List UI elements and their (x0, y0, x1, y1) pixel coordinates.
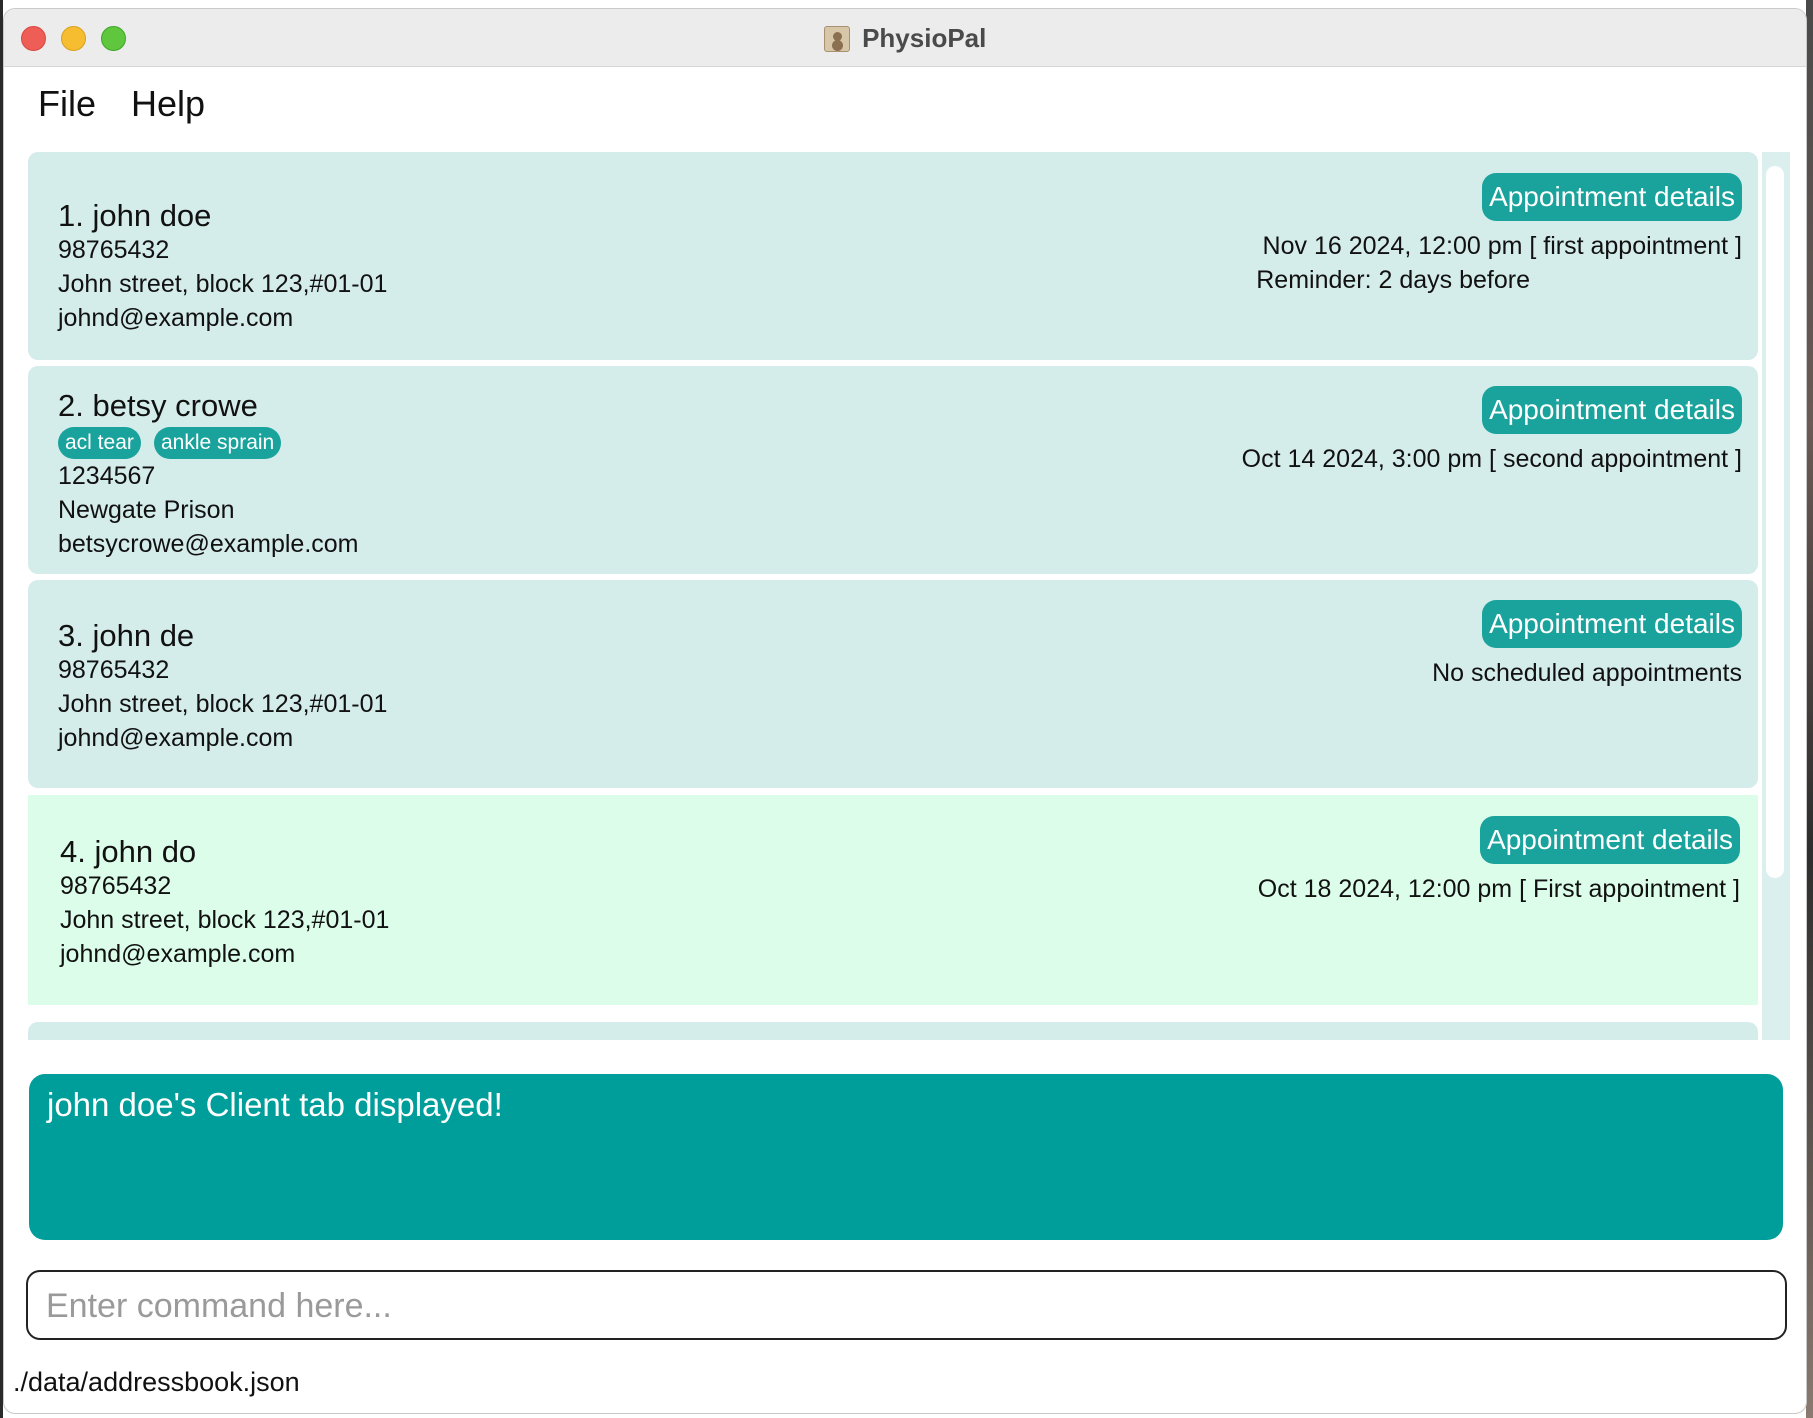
client-card-partial[interactable] (28, 1022, 1758, 1040)
client-tag: acl tear (58, 427, 141, 459)
client-phone: 1234567 (58, 462, 156, 490)
client-card-selected[interactable]: 4. john do 98765432 John street, block 1… (28, 795, 1758, 1005)
client-address: Newgate Prison (58, 496, 235, 524)
appointment-reminder: Reminder: 2 days before (1256, 266, 1530, 294)
client-email: johnd@example.com (58, 724, 294, 752)
client-name: 4. john do (60, 834, 197, 869)
appointment-info: Oct 14 2024, 3:00 pm [ second appointmen… (1241, 445, 1742, 473)
list-scrollbar-thumb[interactable] (1766, 166, 1784, 878)
command-input[interactable] (46, 1282, 1746, 1330)
client-card[interactable]: 1. john doe 98765432 John street, block … (28, 152, 1758, 360)
appointment-details-button[interactable]: Appointment details (1480, 816, 1740, 864)
window-title: PhysioPal (862, 23, 987, 53)
client-name: 2. betsy crowe (58, 388, 258, 423)
appointment-details-button[interactable]: Appointment details (1482, 386, 1742, 434)
menu-help[interactable]: Help (131, 83, 205, 125)
result-message: john doe's Client tab displayed! (47, 1086, 503, 1123)
window-title-group: PhysioPal (4, 23, 1806, 53)
menu-file[interactable]: File (38, 83, 96, 125)
client-phone: 98765432 (58, 656, 170, 684)
command-box[interactable] (26, 1270, 1787, 1340)
title-bar[interactable]: PhysioPal (4, 9, 1806, 67)
client-email: johnd@example.com (58, 304, 294, 332)
desktop-background-right (1806, 0, 1813, 1418)
client-phone: 98765432 (60, 872, 172, 900)
appointment-info: Oct 18 2024, 12:00 pm [ First appointmen… (1257, 875, 1740, 903)
appointment-details-button[interactable]: Appointment details (1482, 173, 1742, 221)
app-window: PhysioPal File Help 1. john doe 98765432… (3, 8, 1807, 1414)
client-email: johnd@example.com (60, 940, 296, 968)
status-bar-file-path: ./data/addressbook.json (13, 1367, 300, 1397)
client-email: betsycrowe@example.com (58, 530, 359, 558)
client-card[interactable]: 2. betsy crowe acl tear ankle sprain 123… (28, 366, 1758, 574)
address-book-icon (823, 25, 850, 52)
appointment-info: No scheduled appointments (1432, 659, 1742, 687)
client-name: 1. john doe (58, 198, 212, 233)
appointment-details-button[interactable]: Appointment details (1482, 600, 1742, 648)
client-address: John street, block 123,#01-01 (58, 270, 388, 298)
client-address: John street, block 123,#01-01 (58, 690, 388, 718)
appointment-info: Nov 16 2024, 12:00 pm [ first appointmen… (1262, 232, 1742, 260)
client-address: John street, block 123,#01-01 (60, 906, 390, 934)
client-card[interactable]: 3. john de 98765432 John street, block 1… (28, 580, 1758, 788)
client-list[interactable]: 1. john doe 98765432 John street, block … (28, 152, 1790, 1040)
client-phone: 98765432 (58, 236, 170, 264)
result-display: john doe's Client tab displayed! (29, 1074, 1783, 1240)
menu-bar: File Help (4, 67, 1806, 147)
client-tag: ankle sprain (154, 427, 282, 459)
client-name: 3. john de (58, 618, 195, 653)
